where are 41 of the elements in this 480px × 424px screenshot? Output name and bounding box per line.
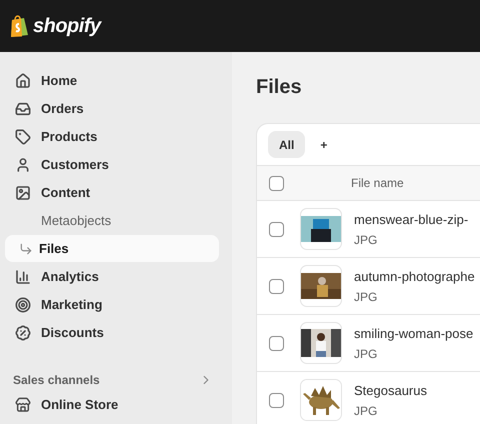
file-name[interactable]: autumn-photographe — [354, 268, 475, 284]
image-icon — [15, 184, 31, 200]
tab[interactable]: All — [268, 131, 306, 158]
file-type: JPG — [354, 346, 378, 360]
nav-item[interactable]: Customers — [5, 151, 219, 178]
page-title: Files — [256, 76, 303, 99]
inbox-icon — [15, 100, 31, 116]
file-type: JPG — [354, 404, 378, 418]
person-icon — [15, 156, 31, 172]
file-type: JPG — [354, 232, 378, 246]
nav-item[interactable]: Content — [5, 179, 219, 206]
nav-item[interactable]: Discounts — [5, 319, 219, 346]
home-icon — [15, 72, 31, 88]
column-header: File name — [351, 176, 404, 190]
tag-icon — [15, 128, 31, 144]
file-type: JPG — [354, 290, 378, 304]
bar-chart-icon — [15, 268, 31, 284]
section-title: Sales channels — [13, 373, 100, 387]
percent-badge-icon — [15, 324, 31, 340]
nav-item[interactable]: Home — [5, 67, 219, 94]
select-all-checkbox[interactable] — [269, 176, 284, 190]
store-icon — [15, 396, 31, 412]
row-checkbox[interactable] — [269, 392, 284, 408]
target-icon — [15, 296, 31, 312]
brand-name: shopify — [33, 14, 101, 38]
shopping-bag-logo-icon — [9, 14, 29, 38]
nav-item[interactable]: Files — [5, 235, 219, 262]
nav-item[interactable]: Metaobjects — [5, 207, 219, 234]
tab[interactable]: + — [309, 131, 338, 158]
nav-item[interactable]: Marketing — [5, 291, 219, 318]
file-name[interactable]: Stegosaurus — [354, 382, 427, 398]
nav-item[interactable]: Products — [5, 123, 219, 150]
row-checkbox[interactable] — [269, 336, 284, 350]
nav-item[interactable]: Online Store — [5, 391, 219, 418]
file-name[interactable]: menswear-blue-zip- — [354, 212, 468, 226]
row-checkbox[interactable] — [269, 278, 284, 294]
nav-item[interactable]: Orders — [5, 95, 219, 122]
nav-item[interactable]: Analytics — [5, 263, 219, 290]
branch-arrow-icon — [19, 242, 33, 256]
file-name[interactable]: smiling-woman-pose — [354, 326, 474, 340]
row-checkbox[interactable] — [269, 222, 284, 236]
